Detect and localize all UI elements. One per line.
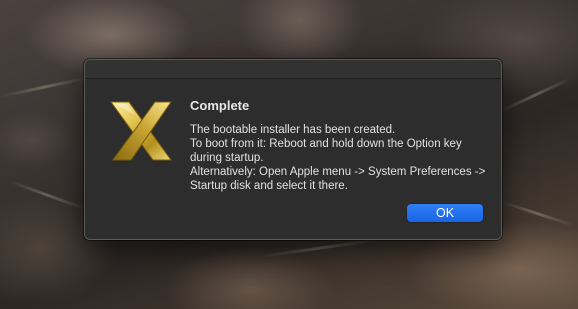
dialog-title: Complete: [190, 98, 250, 113]
dialog-message: The bootable installer has been created.…: [190, 124, 486, 192]
wallpaper-ridge: [0, 76, 89, 98]
gold-x-icon: [110, 101, 172, 161]
ok-button[interactable]: OK: [407, 204, 483, 222]
wallpaper-ridge: [499, 200, 575, 228]
alert-dialog: Complete The bootable installer has been…: [84, 59, 502, 240]
wallpaper-ridge: [259, 238, 380, 258]
wallpaper-ridge: [499, 77, 572, 113]
wallpaper-ridge: [9, 180, 86, 211]
dialog-title-bar[interactable]: [85, 60, 501, 79]
